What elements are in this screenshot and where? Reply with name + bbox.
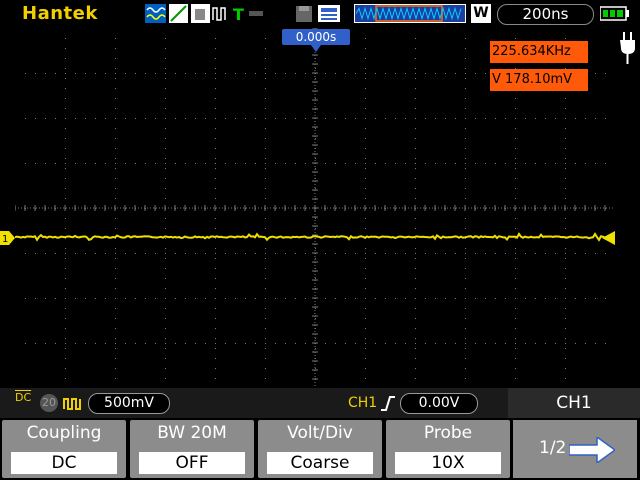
bw-limit-icon: 20 [40, 394, 58, 412]
voltage-measurement: V 178.10mV [490, 69, 588, 91]
display-mode-icons: T [145, 4, 263, 23]
svg-text:T: T [233, 5, 244, 23]
channel-status-row: DC 20 500mV CH1 0.00V CH1 [0, 388, 640, 418]
coupling-value: DC [11, 452, 117, 474]
menu-page-indicator: 1/2 [539, 438, 567, 458]
channel1-ground-marker-icon[interactable]: 1 [0, 231, 16, 245]
trigger-position-readout: 0.000s [282, 29, 350, 45]
channel-pulse-icon [63, 398, 81, 410]
battery-icon [600, 6, 629, 21]
volt-div-softkey[interactable]: Volt/Div Coarse [258, 420, 382, 478]
volt-div-value: Coarse [267, 452, 373, 474]
frequency-measurement: 225.634KHz [490, 41, 588, 63]
bw-limit-label: BW 20M [157, 423, 227, 443]
bw-limit-softkey[interactable]: BW 20M OFF [130, 420, 254, 478]
volt-div-label: Volt/Div [287, 423, 353, 443]
probe-softkey[interactable]: Probe 10X [386, 420, 510, 478]
arrow-right-icon [569, 437, 615, 463]
trigger-position-marker-icon [311, 45, 321, 52]
next-page-softkey[interactable]: 1/2 [513, 420, 637, 478]
rising-edge-icon [381, 396, 395, 411]
storage-icons [296, 5, 340, 22]
active-channel-tab[interactable]: CH1 [508, 388, 640, 418]
svg-text:1: 1 [2, 234, 8, 245]
bw-limit-value: OFF [139, 452, 245, 474]
acquire-window-mode: W [471, 4, 491, 23]
dc-coupling-icon: DC [15, 391, 32, 404]
volts-per-division-readout: 500mV [88, 393, 170, 414]
probe-value: 10X [395, 452, 501, 474]
brand-logo: Hantek [22, 3, 98, 24]
trigger-source: CH1 [348, 395, 378, 411]
softkey-menu: Coupling DC BW 20M OFF Volt/Div Coarse P… [0, 418, 640, 480]
power-plug-icon [620, 32, 635, 64]
probe-label: Probe [423, 423, 473, 443]
waveform-memory-overview [354, 4, 466, 23]
trigger-level-readout: 0.00V [400, 393, 478, 414]
trigger-level-marker-icon[interactable] [601, 231, 615, 245]
coupling-softkey[interactable]: Coupling DC [2, 420, 126, 478]
coupling-label: Coupling [26, 423, 102, 443]
top-status-bar: Hantek T W 200ns [0, 0, 640, 28]
timebase-readout: 200ns [497, 4, 594, 25]
